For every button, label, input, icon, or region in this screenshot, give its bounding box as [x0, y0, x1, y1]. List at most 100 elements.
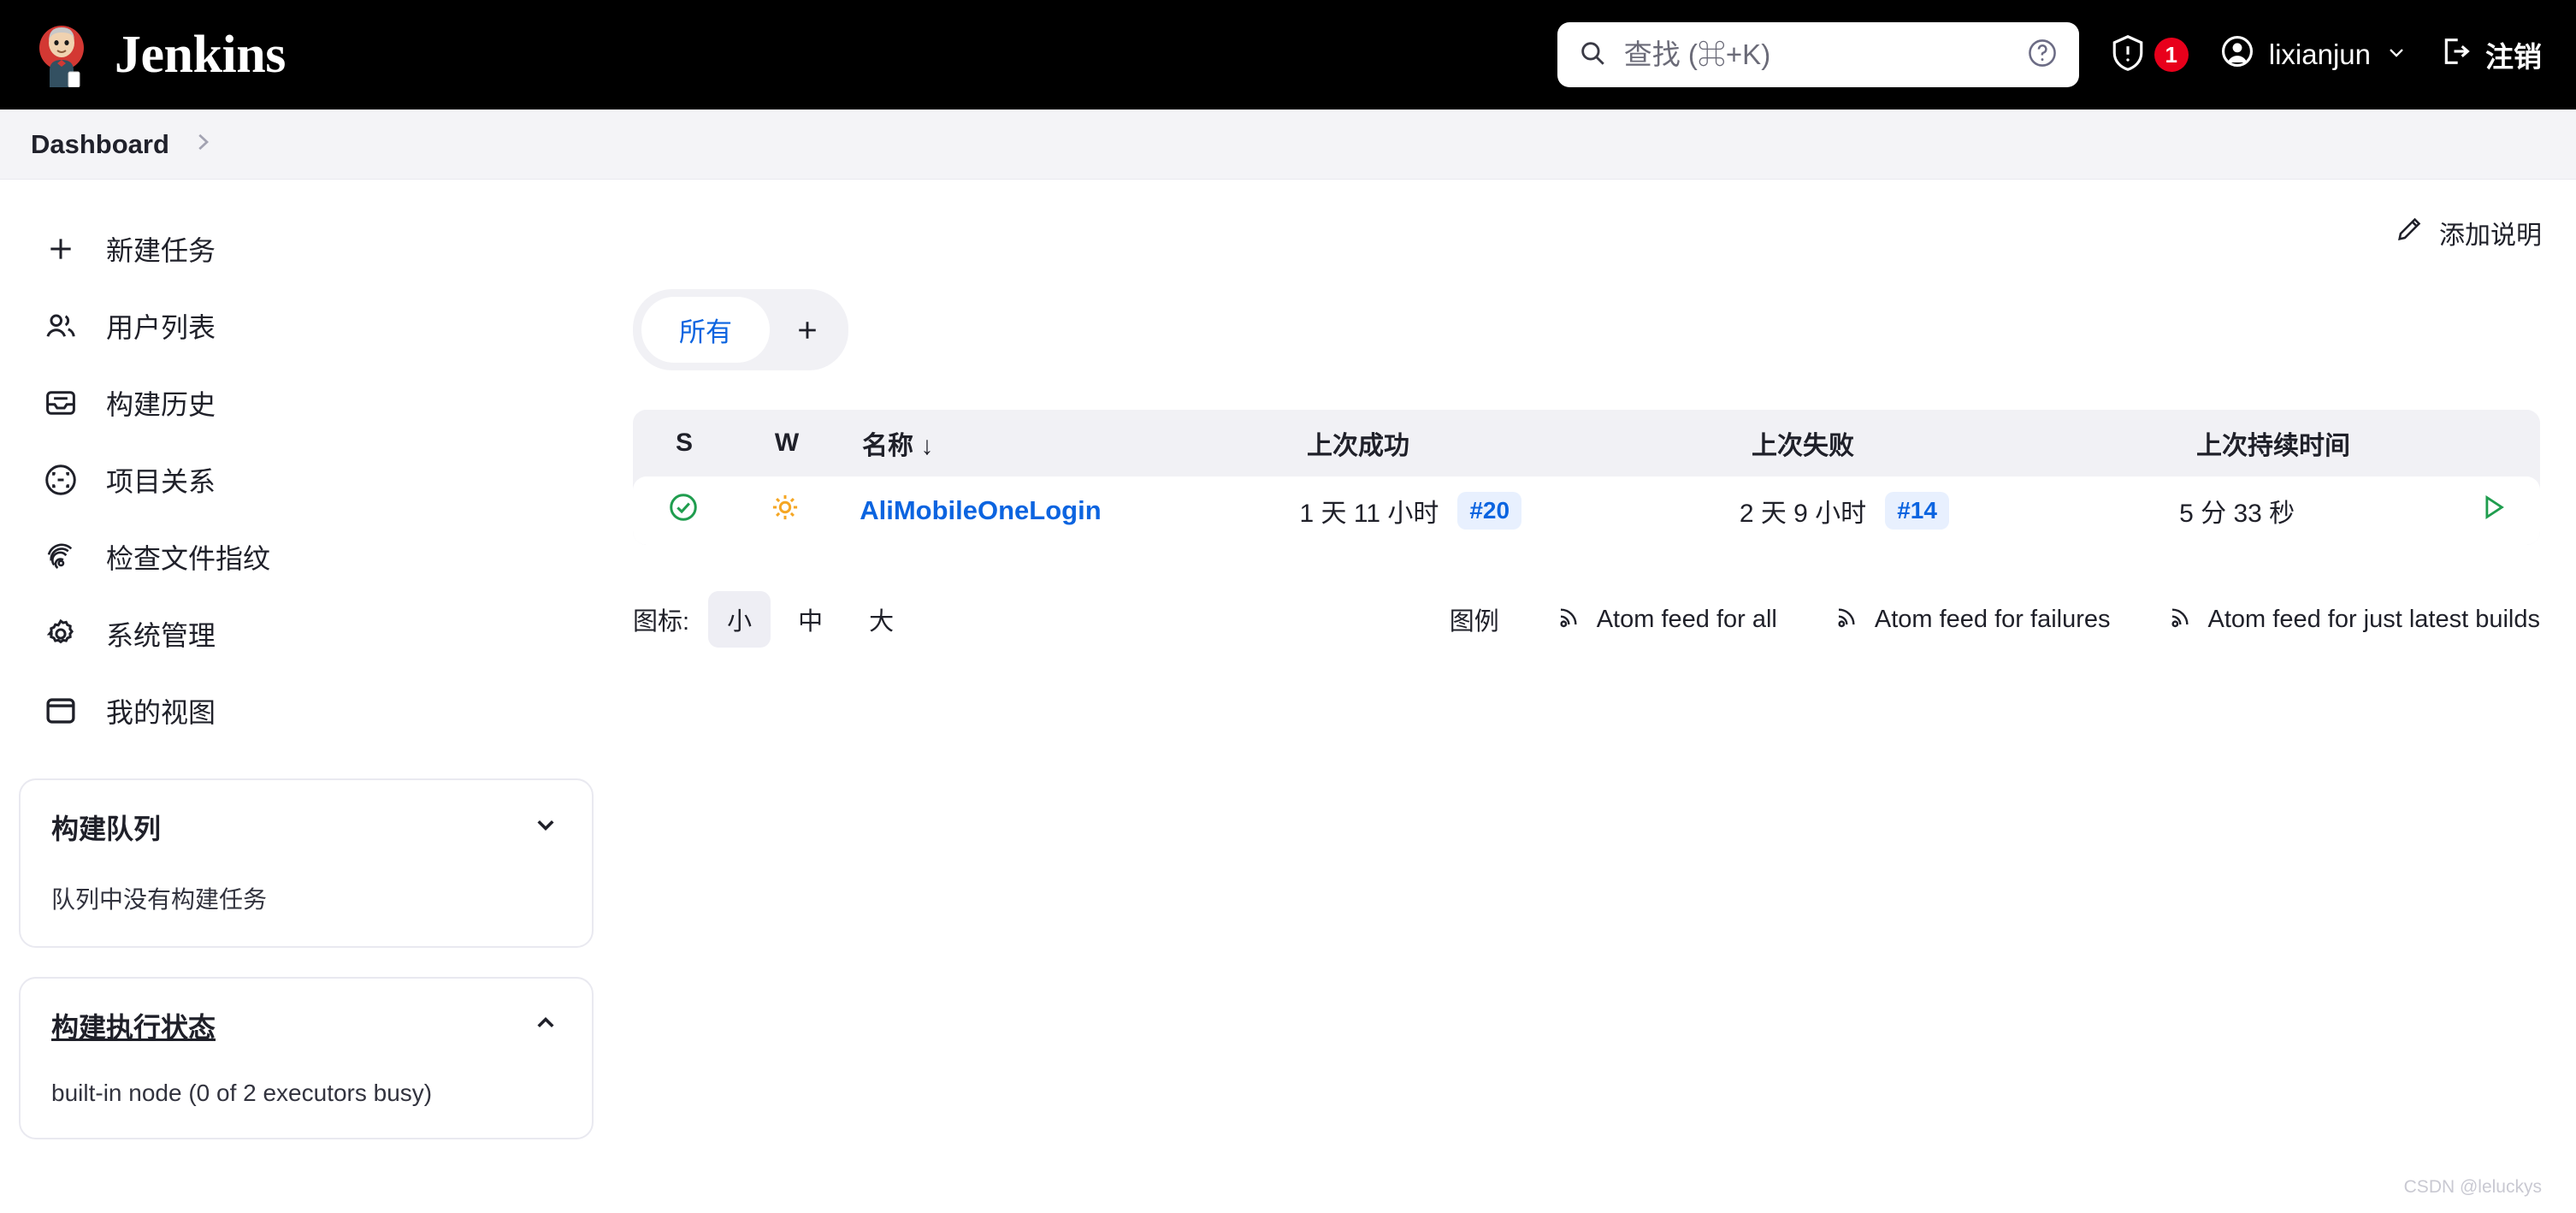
sidebar-item-manage[interactable]: 系统管理: [0, 595, 624, 672]
sidebar: 新建任务 用户列表 构建历史 项目关系 检查文件指纹 系统管理 我的视图 构建队…: [0, 180, 624, 1213]
build-queue-title: 构建队列: [51, 814, 162, 844]
user-menu-button[interactable]: lixianjun: [2219, 33, 2408, 76]
atom-feed-all-link[interactable]: Atom feed for all: [1556, 602, 1777, 636]
build-queue-widget: 构建队列 队列中没有构建任务: [19, 778, 594, 948]
pencil-icon: [2395, 215, 2424, 251]
search-box[interactable]: [1557, 22, 2079, 87]
sidebar-label: 检查文件指纹: [106, 543, 271, 574]
build-now-cell: [2477, 491, 2540, 530]
table-row[interactable]: AliMobileOneLogin 1 天 11 小时 #20 2 天 9 小时…: [633, 476, 2540, 545]
tab-all[interactable]: 所有: [641, 297, 770, 363]
app-header: Jenkins 查找 (⌘+K) 1 lixianjun 注销: [0, 0, 2576, 109]
success-check-circle-icon[interactable]: [667, 494, 700, 530]
breadcrumb-item-dashboard[interactable]: Dashboard: [31, 129, 169, 160]
scan-circle-icon: [41, 460, 80, 500]
last-failure-cell: 2 天 9 小时 #14: [1716, 492, 2155, 530]
column-header-status[interactable]: S: [633, 429, 736, 458]
jenkins-butler-logo-icon: [34, 22, 92, 88]
shield-warning-icon: [2110, 33, 2146, 77]
build-status-cell: [633, 491, 735, 530]
people-icon: [41, 306, 80, 346]
add-description-button[interactable]: 添加说明: [2395, 214, 2542, 251]
column-header-name[interactable]: 名称 ↓: [838, 424, 1283, 462]
search-input[interactable]: [1623, 38, 2009, 71]
last-duration-cell: 5 分 33 秒: [2179, 500, 2295, 528]
window-icon: [41, 691, 80, 731]
plus-icon: [41, 229, 80, 269]
user-circle-icon: [2219, 33, 2255, 76]
sidebar-item-new-job[interactable]: 新建任务: [0, 210, 624, 287]
last-success-build-link[interactable]: #20: [1457, 492, 1522, 530]
chevron-up-icon[interactable]: [530, 1008, 561, 1038]
sidebar-label: 构建历史: [106, 389, 216, 420]
fingerprint-icon: [41, 537, 80, 577]
atom-feed-latest-label: Atom feed for just latest builds: [2207, 605, 2540, 633]
icon-size-medium[interactable]: 中: [779, 591, 842, 648]
logout-icon: [2439, 34, 2473, 75]
gear-icon: [41, 614, 80, 654]
build-queue-body: 队列中没有构建任务: [51, 886, 268, 913]
column-header-last-duration[interactable]: 上次持续时间: [2172, 424, 2497, 462]
brand-home-link[interactable]: Jenkins: [34, 22, 286, 88]
header-actions: 1 lixianjun: [1557, 22, 2542, 87]
brand-title: Jenkins: [115, 25, 286, 84]
sidebar-item-project-relationship[interactable]: 项目关系: [0, 441, 624, 518]
main-content: 添加说明 所有 S W 名称 ↓ 上次成功 上次失败 上次持续时间 AliMob…: [624, 180, 2576, 1213]
view-tabs: 所有: [633, 289, 848, 370]
sidebar-item-users[interactable]: 用户列表: [0, 287, 624, 364]
add-view-button[interactable]: [775, 302, 840, 358]
column-header-last-success[interactable]: 上次成功: [1283, 424, 1728, 462]
inbox-icon: [41, 383, 80, 423]
job-name-cell: AliMobileOneLogin: [836, 495, 1275, 526]
sidebar-label: 项目关系: [106, 466, 216, 497]
chevron-right-icon[interactable]: [190, 129, 216, 159]
search-icon: [1578, 38, 1607, 72]
build-executor-status-title[interactable]: 构建执行状态: [51, 1006, 561, 1045]
last-failure-time: 2 天 9 小时: [1739, 500, 1867, 528]
sidebar-label: 新建任务: [106, 235, 216, 266]
column-header-weather[interactable]: W: [736, 429, 838, 458]
last-success-time: 1 天 11 小时: [1299, 500, 1439, 528]
chevron-down-icon: [2384, 38, 2408, 71]
sunny-icon[interactable]: [770, 494, 801, 529]
jobs-table-header: S W 名称 ↓ 上次成功 上次失败 上次持续时间: [633, 410, 2540, 476]
add-description-label: 添加说明: [2439, 222, 2542, 250]
play-triangle-icon[interactable]: [2477, 494, 2509, 530]
breadcrumb: Dashboard: [0, 109, 2576, 180]
logout-button[interactable]: 注销: [2439, 34, 2542, 75]
security-alert-badge: 1: [2154, 38, 2189, 72]
atom-feed-all-label: Atom feed for all: [1596, 605, 1777, 633]
last-success-cell: 1 天 11 小时 #20: [1276, 492, 1716, 530]
icon-size-label: 图标:: [633, 608, 690, 636]
chevron-down-icon[interactable]: [530, 809, 561, 840]
sidebar-item-fingerprint[interactable]: 检查文件指纹: [0, 518, 624, 595]
security-alerts-button[interactable]: 1: [2110, 33, 2189, 77]
rss-icon: [1556, 602, 1583, 636]
user-name: lixianjun: [2268, 38, 2371, 70]
jobs-table: S W 名称 ↓ 上次成功 上次失败 上次持续时间 AliMobileOneLo…: [633, 410, 2540, 545]
legend-link[interactable]: 图例: [1450, 601, 1499, 637]
sidebar-item-my-views[interactable]: 我的视图: [0, 672, 624, 749]
icon-size-selector: 图标: 小 中 大: [633, 591, 913, 648]
rss-icon: [1834, 602, 1861, 636]
sidebar-item-build-history[interactable]: 构建历史: [0, 364, 624, 441]
icon-size-large[interactable]: 大: [850, 591, 913, 648]
sidebar-label: 系统管理: [106, 620, 216, 651]
rss-icon: [2167, 602, 2195, 636]
column-header-last-failure[interactable]: 上次失败: [1728, 424, 2172, 462]
last-failure-build-link[interactable]: #14: [1885, 492, 1949, 530]
logout-label: 注销: [2485, 41, 2542, 73]
sidebar-label: 我的视图: [106, 697, 216, 728]
sidebar-label: 用户列表: [106, 312, 216, 343]
sort-descending-icon: ↓: [920, 432, 934, 460]
table-footer-controls: 图标: 小 中 大 图例 Atom feed for all Atom feed…: [633, 591, 2540, 648]
build-weather-cell: [735, 492, 836, 530]
job-link[interactable]: AliMobileOneLogin: [860, 495, 1101, 525]
build-executor-status-body: built-in node (0 of 2 executors busy): [51, 1080, 433, 1106]
atom-feed-latest-link[interactable]: Atom feed for just latest builds: [2167, 602, 2540, 636]
atom-feed-failures-link[interactable]: Atom feed for failures: [1834, 602, 2111, 636]
atom-feed-failures-label: Atom feed for failures: [1874, 605, 2111, 633]
help-circle-icon[interactable]: [2026, 37, 2059, 74]
main-toolbar: 添加说明: [633, 214, 2542, 274]
icon-size-small[interactable]: 小: [708, 591, 771, 648]
